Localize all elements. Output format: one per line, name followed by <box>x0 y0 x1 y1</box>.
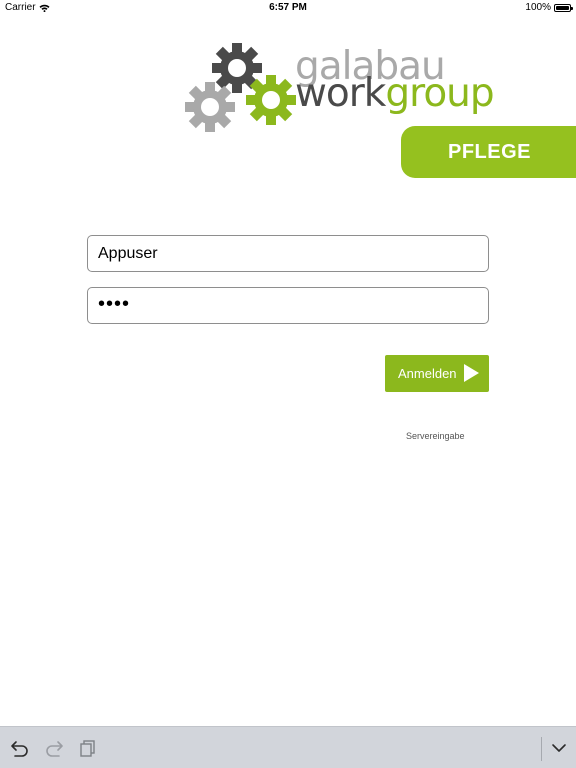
keyboard-bar-divider <box>541 737 542 761</box>
pflege-badge: PFLEGE <box>401 126 576 178</box>
galabau-logo: galabau workgroup <box>183 40 528 135</box>
logo-wordmark: galabau workgroup <box>295 47 495 116</box>
username-value: Appuser <box>98 244 158 262</box>
server-input-link[interactable]: Servereingabe <box>406 431 465 441</box>
password-value: •••• <box>98 293 131 315</box>
battery-group: 100% <box>525 2 573 13</box>
gears-logo-icon <box>185 43 296 132</box>
redo-icon[interactable] <box>44 738 64 758</box>
password-field[interactable]: •••• <box>87 287 489 324</box>
login-button[interactable]: Anmelden <box>385 355 489 392</box>
login-button-label: Anmelden <box>398 366 457 381</box>
logo-word-work: work <box>295 71 386 116</box>
battery-percent: 100% <box>525 2 551 13</box>
paste-icon[interactable] <box>78 738 98 758</box>
status-time: 6:57 PM <box>269 2 307 13</box>
pflege-label: PFLEGE <box>447 140 531 163</box>
keyboard-shortcut-bar <box>0 726 576 768</box>
status-bar: Carrier 6:57 PM 100% <box>0 0 576 16</box>
battery-level-fill <box>556 5 569 10</box>
undo-icon[interactable] <box>10 738 30 758</box>
chevron-down-icon[interactable] <box>549 738 569 758</box>
play-arrow-icon <box>464 364 479 382</box>
username-field[interactable]: Appuser <box>87 235 489 272</box>
battery-icon <box>554 3 573 12</box>
logo-word-group: group <box>385 71 494 116</box>
logo-line-workgroup: workgroup <box>295 71 495 116</box>
